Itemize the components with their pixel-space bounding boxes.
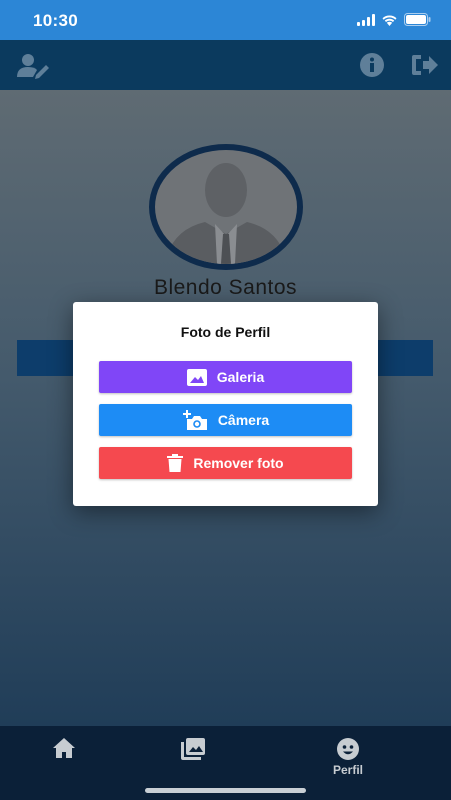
status-bar: 10:30 [0, 0, 451, 40]
wifi-icon [382, 15, 397, 26]
nav-item-home[interactable] [53, 738, 75, 758]
nav-item-profile[interactable]: Perfil [333, 738, 363, 777]
gallery-button-label: Galeria [216, 369, 265, 385]
remove-photo-button[interactable]: Remover foto [99, 447, 352, 479]
dialog-title: Foto de Perfil [180, 324, 271, 340]
profile-face-icon [337, 738, 359, 760]
profile-photo-dialog: Foto de Perfil Galeria Câmera Remover fo… [73, 302, 378, 506]
gallery-button[interactable]: Galeria [99, 361, 352, 393]
photos-icon [181, 738, 205, 760]
camera-button-label: Câmera [217, 412, 270, 428]
nav-item-profile-label: Perfil [333, 763, 364, 777]
nav-item-photos[interactable] [181, 738, 205, 760]
status-icons [357, 13, 431, 26]
camera-button[interactable]: Câmera [99, 404, 352, 436]
signal-icon [357, 13, 375, 26]
remove-photo-button-label: Remover foto [193, 455, 284, 471]
camera-add-icon [182, 410, 207, 430]
home-indicator [145, 788, 306, 793]
image-icon [186, 368, 207, 386]
trash-icon [167, 454, 184, 472]
home-icon [53, 738, 75, 758]
battery-icon [404, 13, 431, 26]
status-time: 10:30 [33, 11, 78, 30]
